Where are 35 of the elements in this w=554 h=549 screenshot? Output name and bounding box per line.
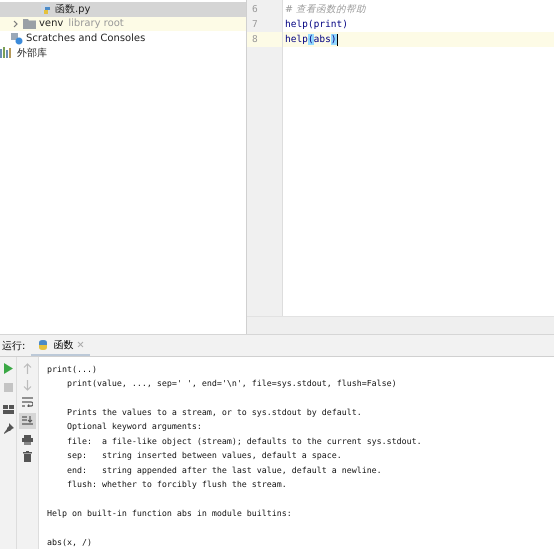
tree-item[interactable]: 函数.py bbox=[55, 2, 90, 16]
library-icon bbox=[0, 47, 14, 58]
python-icon bbox=[37, 338, 50, 351]
tree-item[interactable]: Scratches and Consoles bbox=[26, 32, 146, 44]
tree-item-note: library root bbox=[68, 18, 124, 30]
line-number: 7 bbox=[252, 19, 258, 30]
console-output-line: sep: string inserted between values, default a space. bbox=[66, 449, 343, 462]
code-line: # 查看函数的帮助 bbox=[285, 3, 366, 17]
console-output-line: file: a file-like object (stream); defaults to the current sys.stdout. bbox=[66, 434, 423, 448]
tree-item[interactable]: 外部库 bbox=[17, 46, 47, 60]
python-file-icon bbox=[40, 3, 52, 16]
trash-icon[interactable] bbox=[23, 450, 32, 462]
scroll-to-end-button[interactable] bbox=[19, 412, 36, 429]
scratches-icon bbox=[10, 32, 23, 45]
run-tab[interactable]: 函数 bbox=[31, 335, 90, 356]
soft-wrap-icon[interactable] bbox=[22, 396, 33, 407]
console-output-line: Help on built-in function abs in module builtins: bbox=[47, 506, 293, 520]
console-output-line: print(value, ..., sep=' ', end='\n', file=sys.stdout, flush=False) bbox=[66, 377, 398, 390]
console-output-line: Optional keyword arguments: bbox=[66, 420, 203, 434]
run-label: 运行: bbox=[1, 340, 26, 353]
console-output-line: end: string appended after the last value, default a newline. bbox=[66, 464, 383, 477]
text-cursor bbox=[336, 34, 338, 46]
console-output-line: Prints the values to a stream, or to sys.stdout by default. bbox=[66, 406, 363, 420]
console-output-line: abs(x, /) bbox=[47, 536, 93, 549]
console-output-line: flush: whether to forcibly flush the stream. bbox=[66, 478, 288, 492]
console-output-line: print(...) bbox=[47, 362, 98, 376]
tree-item[interactable]: venv bbox=[39, 18, 64, 30]
line-number: 8 bbox=[252, 34, 258, 45]
layout-icon[interactable] bbox=[2, 404, 14, 414]
code-line: help(print) bbox=[285, 18, 348, 32]
pin-icon[interactable] bbox=[2, 422, 14, 434]
line-number: 6 bbox=[252, 4, 258, 15]
run-icon[interactable] bbox=[3, 362, 13, 374]
print-icon[interactable] bbox=[22, 434, 33, 445]
code-line: help(abs) bbox=[285, 33, 337, 47]
